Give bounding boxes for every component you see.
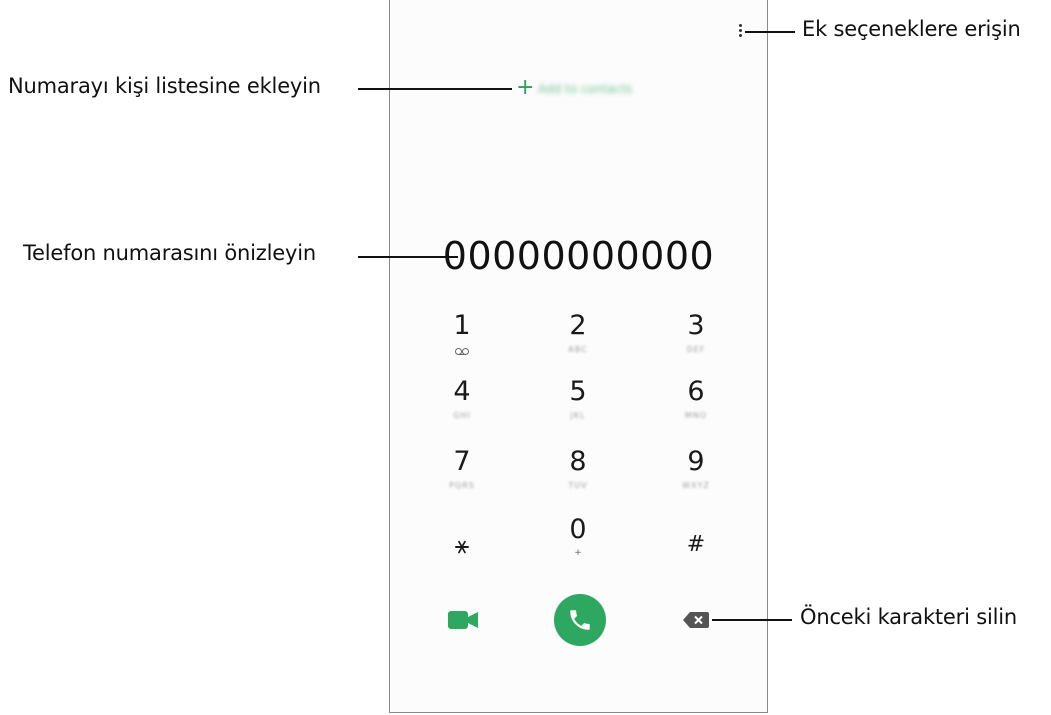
key-letters: ABC <box>568 345 588 354</box>
key-9[interactable]: 9 WXYZ <box>651 447 741 491</box>
voicemail-icon <box>455 348 469 356</box>
key-digit: 8 <box>569 446 587 477</box>
callout-add-to-contacts: Numarayı kişi listesine ekleyin <box>8 74 321 98</box>
key-letters: WXYZ <box>682 481 710 490</box>
key-letters: MNO <box>684 411 708 420</box>
more-options-icon[interactable] <box>737 24 743 40</box>
leader-line-add <box>358 88 512 90</box>
key-3[interactable]: 3 DEF <box>651 311 741 355</box>
key-plus: + <box>574 548 582 558</box>
key-letters: GHI <box>453 411 471 420</box>
key-digit: 4 <box>453 376 471 407</box>
callout-preview-number: Telefon numarasını önizleyin <box>23 241 316 265</box>
key-digit: 2 <box>569 310 587 341</box>
key-letters: PQRS <box>449 481 475 490</box>
key-7[interactable]: 7 PQRS <box>417 447 507 491</box>
key-letters: DEF <box>686 345 706 354</box>
key-digit: 3 <box>687 310 705 341</box>
backspace-icon[interactable] <box>683 612 709 628</box>
key-2[interactable]: 2 ABC <box>533 311 623 355</box>
key-digit: ⚹ <box>454 531 470 559</box>
key-8[interactable]: 8 TUV <box>533 447 623 491</box>
key-digit: 1 <box>453 310 471 341</box>
key-5[interactable]: 5 JKL <box>533 377 623 421</box>
key-digit: 0 <box>569 514 587 545</box>
key-letters: JKL <box>570 411 586 420</box>
callout-delete-char: Önceki karakteri silin <box>800 605 1017 629</box>
key-digit: 7 <box>453 446 471 477</box>
call-button[interactable] <box>554 594 606 646</box>
key-0[interactable]: 0 + <box>533 515 623 559</box>
key-star[interactable]: ⚹ <box>417 530 507 560</box>
video-call-icon[interactable] <box>448 610 478 630</box>
key-digit: 9 <box>687 446 705 477</box>
add-contact-plus-icon[interactable]: + <box>516 77 534 99</box>
phone-call-icon <box>570 610 590 630</box>
key-6[interactable]: 6 MNO <box>651 377 741 421</box>
key-4[interactable]: 4 GHI <box>417 377 507 421</box>
callout-more-options: Ek seçeneklere erişin <box>802 17 1021 41</box>
key-digit: 6 <box>687 376 705 407</box>
key-1[interactable]: 1 <box>417 311 507 360</box>
key-digit: 5 <box>569 376 587 407</box>
add-to-contacts-label[interactable]: Add to contacts <box>538 82 632 96</box>
key-hash[interactable]: # <box>651 530 741 560</box>
key-digit: # <box>686 532 706 557</box>
phone-number-display: 00000000000 <box>442 234 715 278</box>
leader-line-more <box>745 31 795 33</box>
leader-line-delete <box>712 619 792 621</box>
key-letters: TUV <box>568 481 588 490</box>
